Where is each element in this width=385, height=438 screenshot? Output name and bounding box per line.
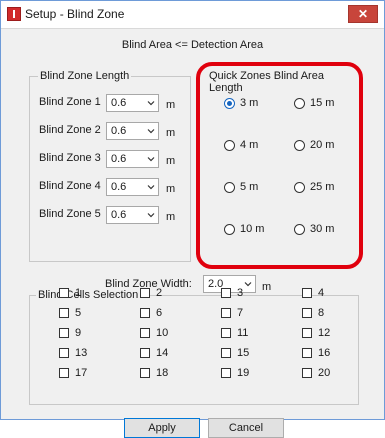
checkbox-label: 5: [75, 307, 82, 319]
chevron-down-icon: [147, 185, 155, 190]
window-title: Setup - Blind Zone: [25, 7, 125, 21]
blind-zone-4-select[interactable]: 0.6: [106, 178, 159, 196]
blind-zone-2-unit: m: [166, 127, 176, 139]
checkbox-box[interactable]: [302, 288, 312, 298]
blind-zone-4-label: Blind Zone 4: [39, 180, 101, 192]
checkbox-label: 1: [75, 287, 82, 299]
blind-zone-4-row: Blind Zone 4 0.6 m: [39, 177, 189, 197]
app-icon: [7, 7, 21, 21]
checkbox-label: 17: [75, 367, 88, 379]
chevron-down-icon: [147, 129, 155, 134]
checkbox-box[interactable]: [140, 348, 150, 358]
checkbox-label: 14: [156, 347, 169, 359]
blind-zone-5-select[interactable]: 0.6: [106, 206, 159, 224]
blind-zone-1-label: Blind Zone 1: [39, 96, 101, 108]
checkbox-box[interactable]: [59, 368, 69, 378]
close-button[interactable]: ✕: [348, 5, 378, 23]
checkbox-label: 8: [318, 307, 325, 319]
checkbox-box[interactable]: [221, 368, 231, 378]
blind-zone-4-unit: m: [166, 183, 176, 195]
chevron-down-icon: [147, 101, 155, 106]
blind-zone-3-select[interactable]: 0.6: [106, 150, 159, 168]
checkbox-box[interactable]: [302, 308, 312, 318]
checkbox-label: 15: [237, 347, 250, 359]
checkbox-label: 7: [237, 307, 244, 319]
checkbox-box[interactable]: [221, 348, 231, 358]
checkbox-box[interactable]: [59, 328, 69, 338]
chevron-down-icon: [147, 213, 155, 218]
checkbox-box[interactable]: [140, 328, 150, 338]
blind-zone-5-label: Blind Zone 5: [39, 208, 101, 220]
checkbox-label: 18: [156, 367, 169, 379]
checkbox-box[interactable]: [140, 308, 150, 318]
checkbox-label: 10: [156, 327, 169, 339]
cancel-button[interactable]: Cancel: [208, 418, 284, 438]
blind-zone-2-select[interactable]: 0.6: [106, 122, 159, 140]
chevron-down-icon: [244, 282, 252, 287]
quick-zones-highlight-annotation: [196, 62, 363, 269]
checkbox-box[interactable]: [302, 368, 312, 378]
blind-zone-5-row: Blind Zone 5 0.6 m: [39, 205, 189, 225]
checkbox-label: 3: [237, 287, 244, 299]
checkbox-label: 19: [237, 367, 250, 379]
checkbox-box[interactable]: [59, 288, 69, 298]
blind-zone-width-unit: m: [262, 281, 272, 293]
checkbox-label: 20: [318, 367, 331, 379]
blind-cells-label: Blind Cells Selection: [36, 289, 141, 301]
checkbox-label: 13: [75, 347, 88, 359]
blind-zone-1-row: Blind Zone 1 0.6 m: [39, 93, 189, 113]
checkbox-label: 16: [318, 347, 331, 359]
dialog-content: Blind Area <= Detection Area Blind Zone …: [1, 29, 384, 438]
blind-zone-length-label: Blind Zone Length: [38, 70, 132, 82]
checkbox-label: 12: [318, 327, 331, 339]
blind-zone-1-unit: m: [166, 99, 176, 111]
blind-zone-5-unit: m: [166, 211, 176, 223]
checkbox-box[interactable]: [140, 288, 150, 298]
blind-zone-3-row: Blind Zone 3 0.6 m: [39, 149, 189, 169]
area-constraint-text: Blind Area <= Detection Area: [121, 39, 264, 51]
checkbox-label: 6: [156, 307, 163, 319]
checkbox-box[interactable]: [302, 348, 312, 358]
checkbox-label: 2: [156, 287, 163, 299]
blind-zone-1-select[interactable]: 0.6: [106, 94, 159, 112]
checkbox-box[interactable]: [140, 368, 150, 378]
checkbox-label: 4: [318, 287, 325, 299]
checkbox-box[interactable]: [221, 308, 231, 318]
checkbox-label: 9: [75, 327, 82, 339]
setup-blind-zone-dialog: Setup - Blind Zone ✕ Blind Area <= Detec…: [0, 0, 385, 438]
title-bar[interactable]: Setup - Blind Zone ✕: [1, 1, 384, 29]
chevron-down-icon: [147, 157, 155, 162]
blind-zone-2-row: Blind Zone 2 0.6 m: [39, 121, 189, 141]
checkbox-box[interactable]: [59, 308, 69, 318]
checkbox-box[interactable]: [221, 328, 231, 338]
blind-zone-3-label: Blind Zone 3: [39, 152, 101, 164]
checkbox-label: 11: [237, 327, 249, 339]
checkbox-box[interactable]: [302, 328, 312, 338]
checkbox-box[interactable]: [59, 348, 69, 358]
blind-zone-2-label: Blind Zone 2: [39, 124, 101, 136]
blind-zone-3-unit: m: [166, 155, 176, 167]
apply-button[interactable]: Apply: [124, 418, 200, 438]
checkbox-box[interactable]: [221, 288, 231, 298]
